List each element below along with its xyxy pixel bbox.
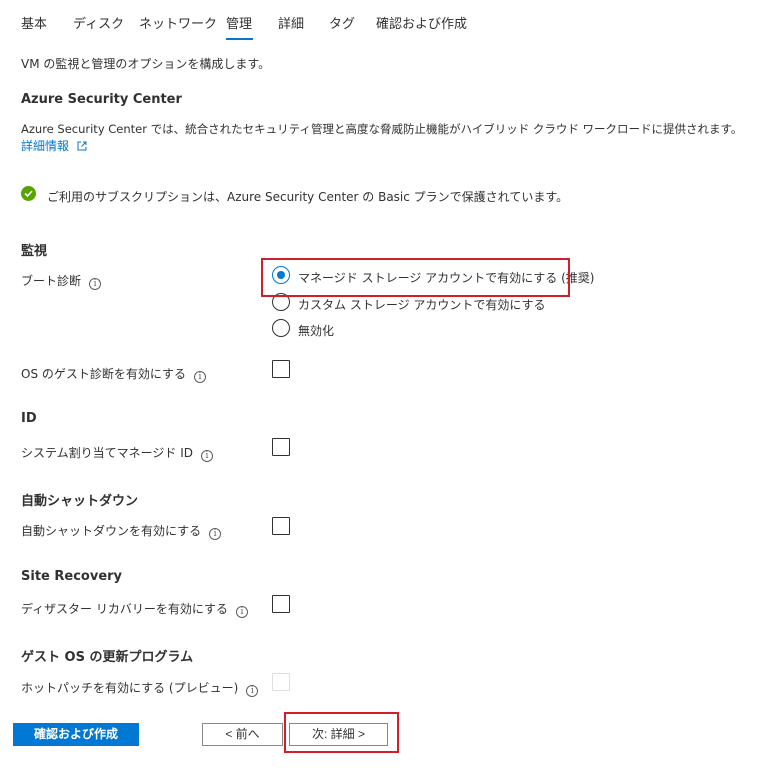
- boot-diagnostics-label: ブート診断: [21, 274, 82, 288]
- tab-review-create[interactable]: 確認および作成: [376, 13, 467, 32]
- guest-diagnostics-row-label: OS のゲスト診断を有効にする i: [21, 365, 206, 383]
- info-icon[interactable]: i: [246, 685, 259, 697]
- security-center-description: Azure Security Center では、統合されたセキュリティ管理と高…: [21, 122, 743, 136]
- auto-shutdown-checkbox[interactable]: [272, 517, 290, 535]
- info-icon[interactable]: i: [209, 528, 222, 540]
- guest-diagnostics-label: OS のゲスト診断を有効にする: [21, 367, 186, 381]
- footer-divider: [0, 703, 779, 704]
- auto-shutdown-row-label: 自動シャットダウンを有効にする i: [21, 522, 222, 540]
- boot-diag-disabled-label[interactable]: 無効化: [298, 322, 334, 339]
- disaster-recovery-label: ディザスター リカバリーを有効にする: [21, 602, 228, 616]
- managed-identity-label: システム割り当てマネージド ID: [21, 446, 193, 460]
- managed-identity-row-label: システム割り当てマネージド ID i: [21, 444, 213, 462]
- managed-identity-checkbox[interactable]: [272, 438, 290, 456]
- intro-text: VM の監視と管理のオプションを構成します。: [21, 57, 271, 71]
- tab-tags[interactable]: タグ: [329, 13, 355, 32]
- boot-diagnostics-row-label: ブート診断 i: [21, 272, 102, 290]
- highlight-box-managed-option: [261, 258, 570, 297]
- tab-disks[interactable]: ディスク: [73, 13, 124, 32]
- protection-status-text: ご利用のサブスクリプションは、Azure Security Center の B…: [47, 190, 569, 204]
- site-recovery-heading: Site Recovery: [21, 569, 123, 584]
- tab-management[interactable]: 管理: [226, 13, 252, 32]
- info-icon[interactable]: i: [194, 371, 206, 383]
- review-create-button[interactable]: 確認および作成: [13, 723, 139, 746]
- tab-basics[interactable]: 基本: [21, 13, 47, 32]
- check-circle-icon: [21, 186, 36, 201]
- external-link-icon: [77, 141, 87, 151]
- tab-networking[interactable]: ネットワーク: [139, 13, 217, 32]
- hotpatch-row-label: ホットパッチを有効にする (プレビュー) i: [21, 679, 259, 697]
- guest-diagnostics-checkbox[interactable]: [272, 360, 290, 378]
- previous-button[interactable]: < 前へ: [202, 723, 283, 746]
- monitoring-heading: 監視: [21, 244, 48, 259]
- tab-bar: 基本 ディスク ネットワーク 管理 詳細 タグ 確認および作成: [0, 0, 779, 44]
- info-icon[interactable]: i: [89, 278, 102, 290]
- learn-more-link[interactable]: 詳細情報: [21, 137, 87, 154]
- info-icon[interactable]: i: [201, 450, 213, 462]
- auto-shutdown-heading: 自動シャットダウン: [21, 494, 139, 509]
- hotpatch-label: ホットパッチを有効にする (プレビュー): [21, 681, 239, 695]
- boot-diag-custom-label[interactable]: カスタム ストレージ アカウントで有効にする: [298, 296, 546, 313]
- active-tab-indicator: [226, 38, 253, 40]
- highlight-box-next-button: [284, 712, 399, 753]
- tab-advanced[interactable]: 詳細: [278, 13, 304, 32]
- security-center-heading: Azure Security Center: [21, 92, 182, 107]
- learn-more-label[interactable]: 詳細情報: [21, 139, 69, 153]
- hotpatch-checkbox: [272, 673, 290, 691]
- info-icon[interactable]: i: [235, 606, 248, 618]
- boot-diag-disabled-radio[interactable]: [272, 319, 290, 337]
- identity-heading: ID: [21, 411, 37, 426]
- disaster-recovery-row-label: ディザスター リカバリーを有効にする i: [21, 600, 248, 618]
- disaster-recovery-checkbox[interactable]: [272, 595, 290, 613]
- auto-shutdown-label: 自動シャットダウンを有効にする: [21, 524, 202, 538]
- guest-os-update-heading: ゲスト OS の更新プログラム: [21, 650, 194, 665]
